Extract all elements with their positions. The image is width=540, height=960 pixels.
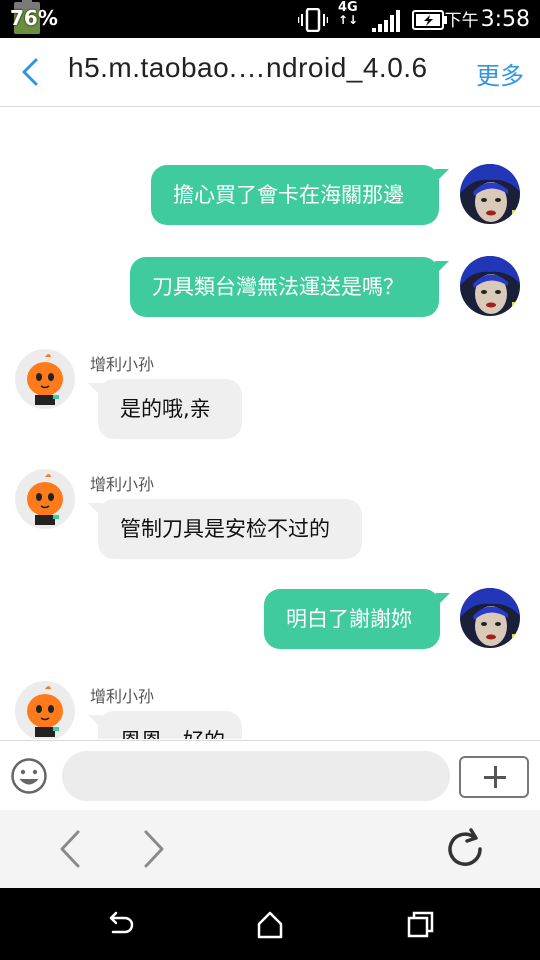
refresh-button[interactable]	[440, 824, 490, 874]
android-recents-button[interactable]	[403, 908, 437, 942]
network-icon: 4G ↑↓	[338, 0, 359, 27]
page-title: h5.m.taobao.…ndroid_4.0.6	[68, 52, 428, 83]
add-attachment-button[interactable]	[459, 756, 529, 798]
user-avatar-image	[460, 164, 520, 224]
chat-area[interactable]: 擔心買了會卡在海關那邊 刀具類台灣無法運送是嗎？ 增利小孙 是的哦,亲 增利小孙…	[0, 107, 540, 739]
seller-avatar[interactable]	[15, 469, 75, 529]
time-prefix: 下午	[444, 11, 479, 31]
user-avatar[interactable]	[460, 164, 520, 224]
emoji-button[interactable]	[10, 757, 48, 795]
battery-percent: 76%	[10, 6, 58, 30]
user-avatar-image	[460, 588, 520, 648]
system-nav-bar	[0, 888, 540, 960]
browser-toolbar	[0, 810, 540, 888]
seller-avatar[interactable]	[15, 349, 75, 409]
seller-avatar-image	[27, 354, 63, 405]
seller-avatar[interactable]	[15, 681, 75, 739]
time-value: 3:58	[480, 7, 530, 32]
seller-avatar-image	[27, 474, 63, 525]
vibrate-icon	[298, 8, 328, 32]
outgoing-message[interactable]: 擔心買了會卡在海關那邊	[151, 165, 449, 225]
sender-name: 增利小孙	[90, 475, 155, 494]
outgoing-message[interactable]: 刀具類台灣無法運送是嗎？	[130, 257, 449, 317]
clock: 下午3:58	[445, 6, 530, 32]
signal-icon	[372, 10, 400, 32]
message-input-bar	[0, 740, 540, 811]
android-back-button[interactable]	[103, 908, 137, 942]
seller-avatar-image	[27, 686, 63, 737]
browser-forward-button[interactable]	[128, 824, 178, 874]
back-button[interactable]	[12, 52, 52, 92]
incoming-message[interactable]: 是的哦,亲	[88, 379, 242, 439]
incoming-message[interactable]: 恩恩，好的	[88, 711, 242, 739]
incoming-message[interactable]: 管制刀具是安检不过的	[88, 499, 362, 559]
sender-name: 增利小孙	[90, 355, 155, 374]
user-avatar-image	[460, 256, 520, 316]
sender-name: 增利小孙	[90, 687, 155, 706]
outgoing-message[interactable]: 明白了謝謝妳	[264, 589, 450, 649]
battery-charging-icon	[412, 10, 447, 30]
app-header: h5.m.taobao.…ndroid_4.0.6 更多	[0, 38, 540, 107]
android-home-button[interactable]	[253, 908, 287, 942]
user-avatar[interactable]	[460, 588, 520, 648]
user-avatar[interactable]	[460, 256, 520, 316]
status-bar: 76% 4G ↑↓ 下午3:58	[0, 0, 540, 38]
message-input[interactable]	[62, 751, 450, 801]
more-button[interactable]: 更多	[476, 56, 524, 91]
browser-back-button[interactable]	[48, 824, 98, 874]
